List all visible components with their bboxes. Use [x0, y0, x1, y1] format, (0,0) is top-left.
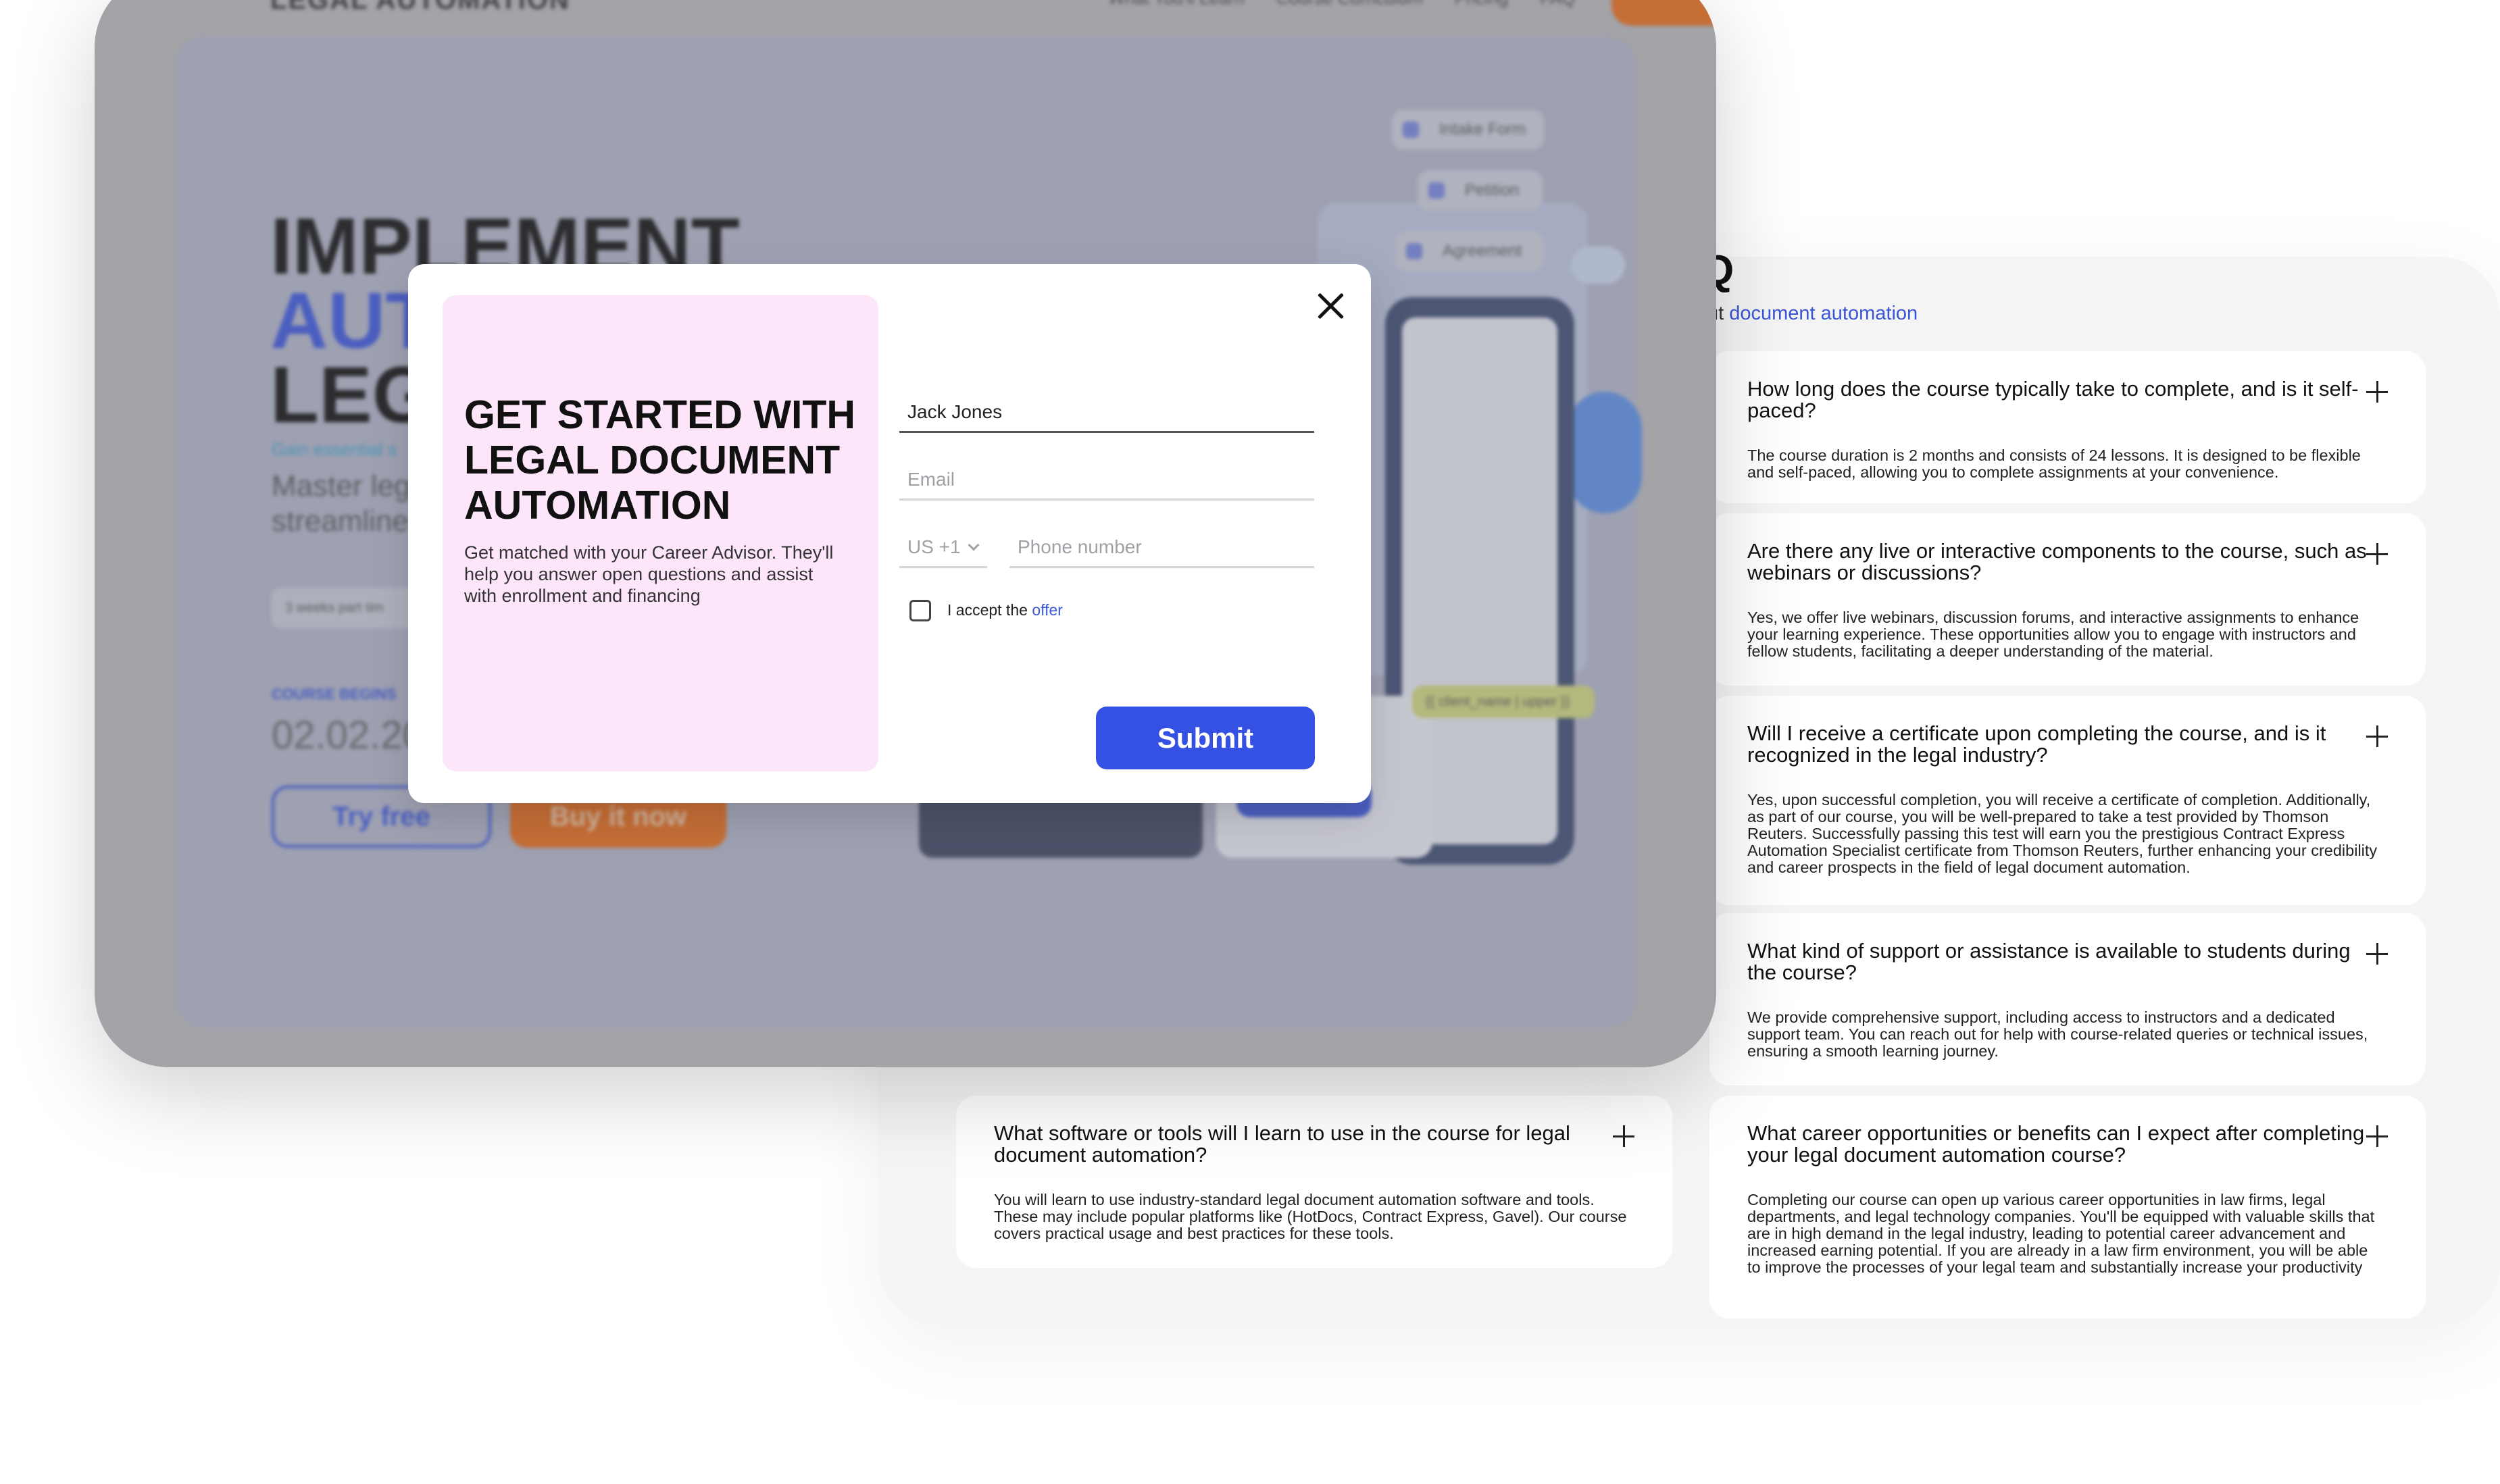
faq-question: What software or tools will I learn to u…: [994, 1121, 1570, 1167]
faq-answer: You will learn to use industry-standard …: [994, 1191, 1627, 1242]
faq-question: How long does the course typically take …: [1747, 377, 2359, 422]
faq-item[interactable]: How long does the course typically take …: [1709, 351, 2426, 503]
country-code-select[interactable]: US +1: [899, 528, 987, 568]
plus-icon[interactable]: [2365, 542, 2389, 566]
faq-question: What career opportunities or benefits ca…: [1747, 1121, 2365, 1167]
plus-icon[interactable]: [2365, 942, 2389, 966]
modal-info-panel: GET STARTED WITH LEGAL DOCUMENT AUTOMATI…: [443, 295, 878, 771]
modal-description: Get matched with your Career Advisor. Th…: [464, 542, 834, 606]
plus-icon[interactable]: [1611, 1124, 1636, 1148]
chevron-down-icon: [968, 539, 980, 551]
faq-question: What kind of support or assistance is av…: [1747, 939, 2351, 984]
submit-button[interactable]: Submit: [1096, 707, 1315, 769]
faq-subtitle: ut document automation: [1707, 303, 1918, 325]
faq-item[interactable]: Will I receive a certificate upon comple…: [1709, 696, 2426, 905]
country-code-value: US +1: [907, 536, 961, 557]
faq-answer: The course duration is 2 months and cons…: [1747, 446, 2361, 481]
email-field[interactable]: [899, 460, 1314, 501]
faq-subtitle-link[interactable]: document automation: [1729, 303, 1918, 324]
faq-answer: Yes, upon successful completion, you wil…: [1747, 791, 2378, 876]
accept-offer-text: I accept the: [947, 601, 1032, 619]
signup-modal: GET STARTED WITH LEGAL DOCUMENT AUTOMATI…: [408, 264, 1371, 803]
phone-field[interactable]: [1009, 528, 1314, 568]
plus-icon[interactable]: [2365, 724, 2389, 748]
faq-answer: Yes, we offer live webinars, discussion …: [1747, 609, 2359, 660]
offer-link[interactable]: offer: [1032, 601, 1063, 619]
faq-question: Will I receive a certificate upon comple…: [1747, 721, 2326, 767]
faq-question: Are there any live or interactive compon…: [1747, 539, 2367, 584]
name-field[interactable]: [899, 392, 1314, 433]
faq-item[interactable]: What career opportunities or benefits ca…: [1709, 1096, 2426, 1319]
faq-answer: Completing our course can open up variou…: [1747, 1191, 2375, 1276]
faq-item[interactable]: What kind of support or assistance is av…: [1709, 913, 2426, 1085]
accept-offer-checkbox[interactable]: [909, 600, 931, 621]
accept-offer-label: I accept the offer: [947, 601, 1063, 619]
modal-title: GET STARTED WITH LEGAL DOCUMENT AUTOMATI…: [464, 392, 856, 528]
faq-item[interactable]: Are there any live or interactive compon…: [1709, 513, 2426, 686]
close-icon[interactable]: [1314, 289, 1347, 323]
faq-answer: We provide comprehensive support, includ…: [1747, 1008, 2368, 1060]
faq-item[interactable]: What software or tools will I learn to u…: [956, 1096, 1672, 1268]
plus-icon[interactable]: [2365, 1124, 2389, 1148]
plus-icon[interactable]: [2365, 380, 2389, 404]
